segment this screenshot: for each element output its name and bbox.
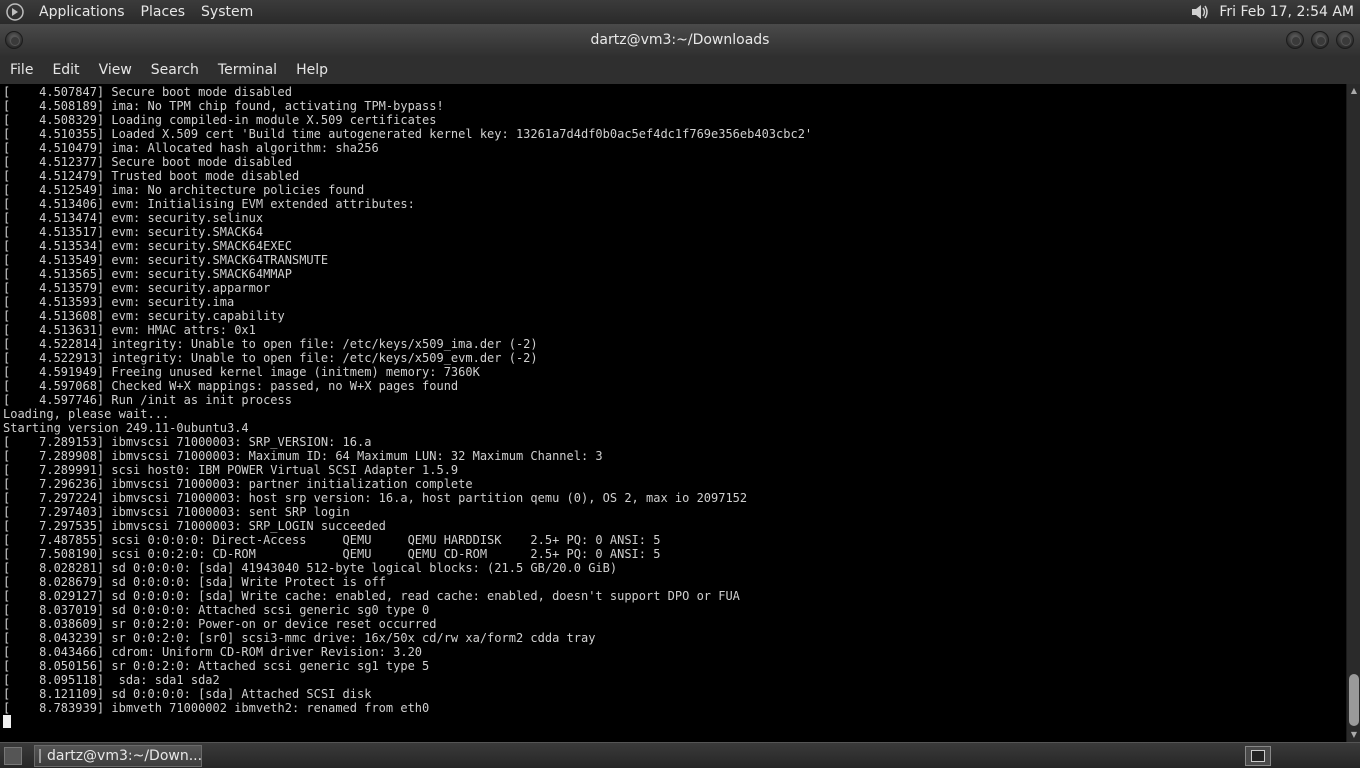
terminal-lines: [ 4.507847] Secure boot mode disabled[ 4…	[3, 85, 812, 729]
terminal-line: [ 4.508329] Loading compiled-in module X…	[3, 113, 437, 127]
workspace-switcher-icon	[1251, 750, 1265, 762]
menu-system[interactable]: System	[193, 0, 261, 24]
minimize-button[interactable]	[1286, 31, 1304, 49]
terminal-line: [ 4.513406] evm: Initialising EVM extend…	[3, 197, 415, 211]
terminal-line: [ 4.512377] Secure boot mode disabled	[3, 155, 292, 169]
terminal-output[interactable]: [ 4.507847] Secure boot mode disabled[ 4…	[0, 84, 1346, 742]
terminal-line: [ 4.507847] Secure boot mode disabled	[3, 85, 292, 99]
show-desktop-icon[interactable]	[4, 747, 22, 765]
terminal-line: [ 4.591949] Freeing unused kernel image …	[3, 365, 480, 379]
terminal-line: [ 7.289908] ibmvscsi 71000003: Maximum I…	[3, 449, 603, 463]
terminal-line: Loading, please wait...	[3, 407, 170, 421]
menu-places[interactable]: Places	[133, 0, 194, 24]
terminal-line: [ 8.043466] cdrom: Uniform CD-ROM driver…	[3, 645, 423, 659]
terminal-line: [ 7.487855] scsi 0:0:0:0: Direct-Access …	[3, 533, 661, 547]
taskbar-window-button[interactable]: dartz@vm3:~/Down...	[34, 745, 202, 767]
menu-edit[interactable]: Edit	[42, 56, 88, 84]
menu-applications[interactable]: Applications	[31, 0, 133, 24]
menu-help[interactable]: Help	[286, 56, 337, 84]
terminal-line: [ 4.513474] evm: security.selinux	[3, 211, 264, 225]
terminal-line: [ 4.513517] evm: security.SMACK64	[3, 225, 264, 239]
terminal-prompt-line	[3, 715, 812, 729]
terminal-line: [ 8.783939] ibmveth 71000002 ibmveth2: r…	[3, 701, 430, 715]
terminal-line: [ 4.510479] ima: Allocated hash algorith…	[3, 141, 379, 155]
terminal-line: [ 7.508190] scsi 0:0:2:0: CD-ROM QEMU QE…	[3, 547, 661, 561]
terminal-line: [ 4.597746] Run /init as init process	[3, 393, 292, 407]
terminal-line: [ 8.028679] sd 0:0:0:0: [sda] Write Prot…	[3, 575, 386, 589]
terminal-line: [ 4.513565] evm: security.SMACK64MMAP	[3, 267, 292, 281]
terminal-line: [ 8.043239] sr 0:0:2:0: [sr0] scsi3-mmc …	[3, 631, 596, 645]
panel-tray: Fri Feb 17, 2:54 AM	[1189, 0, 1360, 24]
menu-view[interactable]: View	[89, 56, 141, 84]
terminal-line: [ 4.513631] evm: HMAC attrs: 0x1	[3, 323, 256, 337]
scroll-up-arrow-icon[interactable]: ▲	[1349, 86, 1359, 96]
terminal-line: [ 8.050156] sr 0:0:2:0: Attached scsi ge…	[3, 659, 430, 673]
terminal-cursor	[3, 715, 11, 728]
workspace-switcher[interactable]	[1245, 746, 1271, 766]
top-panel: Applications Places System Fri Feb 17, 2…	[0, 0, 1360, 24]
terminal-line: [ 4.513608] evm: security.capability	[3, 309, 285, 323]
scroll-down-arrow-icon[interactable]: ▼	[1349, 730, 1359, 740]
menu-search[interactable]: Search	[141, 56, 208, 84]
terminal-line: [ 7.289153] ibmvscsi 71000003: SRP_VERSI…	[3, 435, 372, 449]
terminal-line: [ 7.289991] scsi host0: IBM POWER Virtua…	[3, 463, 459, 477]
terminal-line: [ 4.513593] evm: security.ima	[3, 295, 235, 309]
terminal-line: [ 7.297535] ibmvscsi 71000003: SRP_LOGIN…	[3, 519, 386, 533]
terminal-line: Starting version 249.11-0ubuntu3.4	[3, 421, 249, 435]
terminal-line: [ 4.513579] evm: security.apparmor	[3, 281, 271, 295]
taskbar-window-label: dartz@vm3:~/Down...	[47, 748, 203, 764]
clock[interactable]: Fri Feb 17, 2:54 AM	[1219, 4, 1360, 20]
terminal-line: [ 8.121109] sd 0:0:0:0: [sda] Attached S…	[3, 687, 372, 701]
terminal-line: [ 7.297403] ibmvscsi 71000003: sent SRP …	[3, 505, 350, 519]
terminal-line: [ 4.522814] integrity: Unable to open fi…	[3, 337, 538, 351]
close-button[interactable]	[1336, 31, 1354, 49]
terminal-line: [ 4.510355] Loaded X.509 cert 'Build tim…	[3, 127, 813, 141]
distro-logo-icon[interactable]	[5, 2, 25, 22]
terminal-line: [ 8.029127] sd 0:0:0:0: [sda] Write cach…	[3, 589, 740, 603]
menu-file[interactable]: File	[0, 56, 42, 84]
terminal-line: [ 4.512479] Trusted boot mode disabled	[3, 169, 300, 183]
terminal-line: [ 4.508189] ima: No TPM chip found, acti…	[3, 99, 444, 113]
terminal-line: [ 7.296236] ibmvscsi 71000003: partner i…	[3, 477, 473, 491]
speaker-volume-icon[interactable]	[1189, 2, 1209, 22]
terminal-line: [ 8.037019] sd 0:0:0:0: Attached scsi ge…	[3, 603, 430, 617]
terminal-line: [ 8.038609] sr 0:0:2:0: Power-on or devi…	[3, 617, 437, 631]
window-titlebar[interactable]: dartz@vm3:~/Downloads	[0, 24, 1360, 56]
terminal-line: [ 4.513534] evm: security.SMACK64EXEC	[3, 239, 292, 253]
terminal-line: [ 8.028281] sd 0:0:0:0: [sda] 41943040 5…	[3, 561, 618, 575]
terminal-scrollbar[interactable]: ▲ ▼	[1346, 84, 1360, 742]
terminal-line: [ 8.095118] sda: sda1 sda2	[3, 673, 220, 687]
terminal-line: [ 7.297224] ibmvscsi 71000003: host srp …	[3, 491, 748, 505]
terminal-line: [ 4.512549] ima: No architecture policie…	[3, 183, 365, 197]
menu-terminal[interactable]: Terminal	[208, 56, 286, 84]
terminal-line: [ 4.522913] integrity: Unable to open fi…	[3, 351, 538, 365]
terminal-icon	[39, 749, 41, 763]
window-title: dartz@vm3:~/Downloads	[590, 32, 770, 48]
terminal-line: [ 4.597068] Checked W+X mappings: passed…	[3, 379, 459, 393]
terminal-menubar: File Edit View Search Terminal Help	[0, 56, 1360, 84]
bottom-panel: dartz@vm3:~/Down...	[0, 742, 1360, 768]
maximize-button[interactable]	[1311, 31, 1329, 49]
scrollbar-thumb[interactable]	[1349, 674, 1359, 726]
terminal-line: [ 4.513549] evm: security.SMACK64TRANSMU…	[3, 253, 329, 267]
